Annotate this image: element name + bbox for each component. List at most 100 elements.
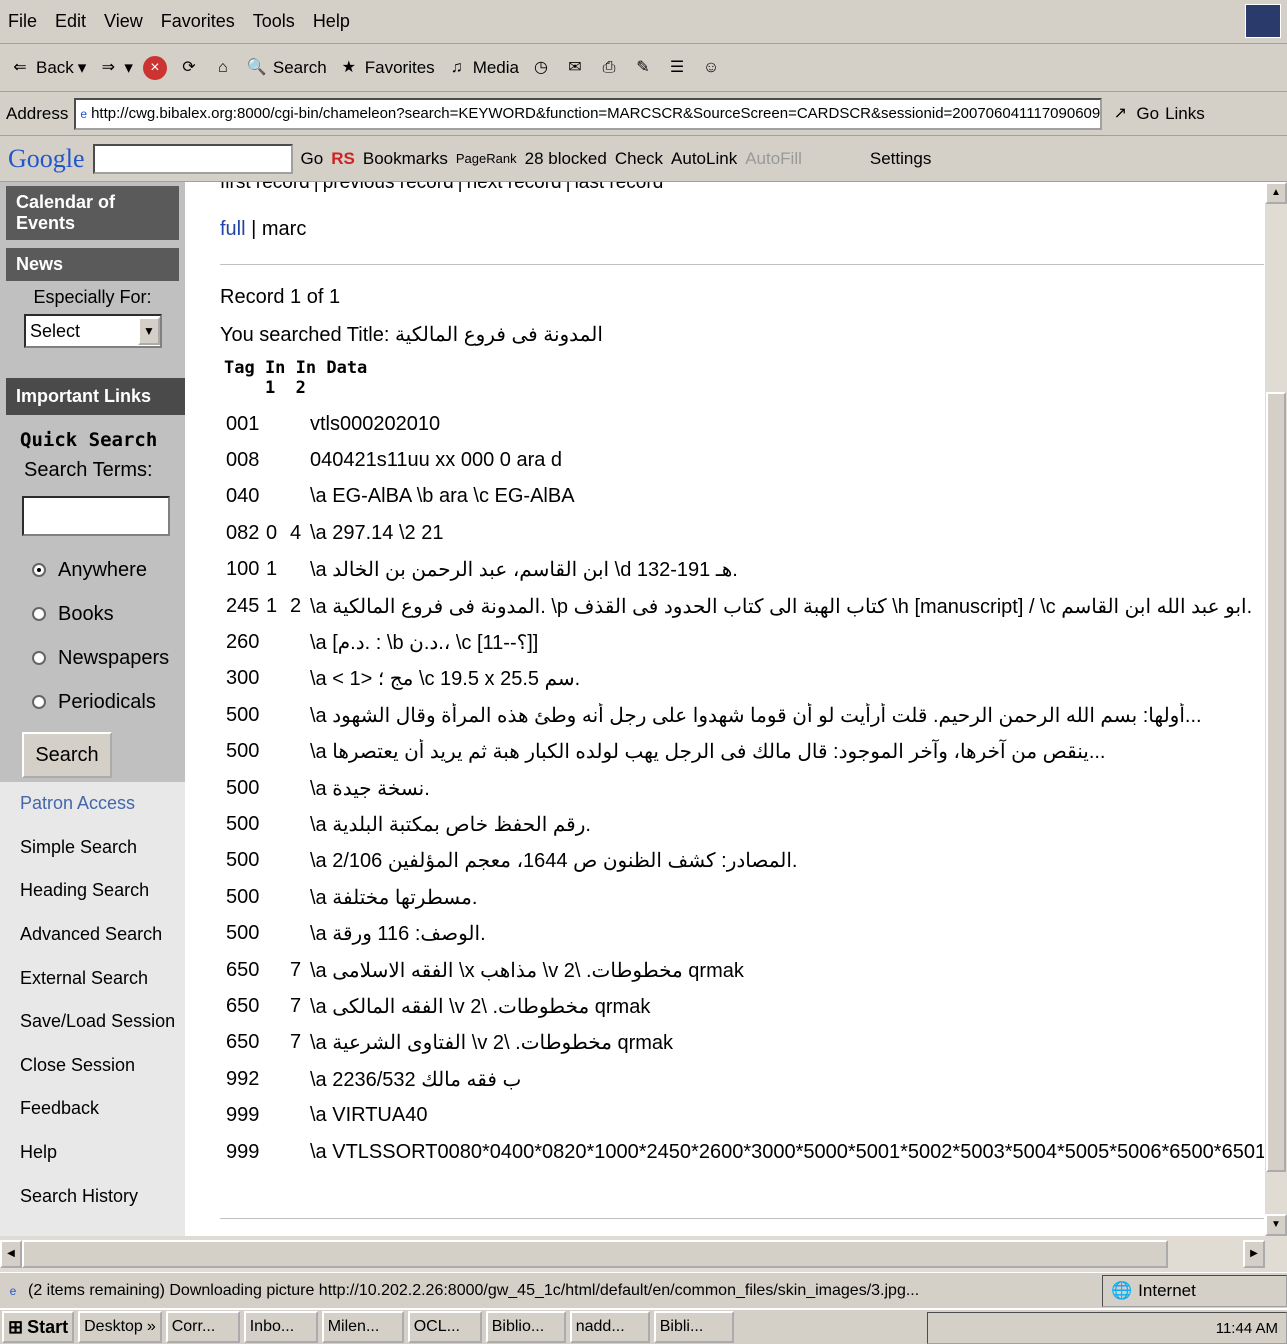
address-input[interactable]: e http://cwg.bibalex.org:8000/cgi-bin/ch…: [74, 97, 1103, 130]
external-search-link[interactable]: External Search: [0, 956, 185, 1000]
marc-data: \a VTLSSORT0080*0400*0820*1000*2450*2600…: [310, 1140, 1264, 1163]
marc-data: \a < 1> مج ؛ \c 19.5 x 25.5 سم.: [310, 668, 581, 691]
horizontal-scroll-thumb[interactable]: [22, 1240, 1168, 1268]
marc-tag: 500: [226, 812, 260, 835]
full-view-link[interactable]: full: [220, 218, 246, 240]
media-icon: ♫: [450, 58, 463, 76]
taskbar-button[interactable]: OCL...: [407, 1311, 482, 1343]
radio-anywhere[interactable]: Anywhere: [0, 548, 185, 592]
google-bookmarks-button[interactable]: Bookmarks: [363, 149, 448, 169]
radio-books[interactable]: Books: [0, 592, 185, 636]
help-link[interactable]: Help: [0, 1131, 185, 1175]
taskbar-button[interactable]: Biblio...: [485, 1311, 566, 1343]
first-record-link[interactable]: first record: [220, 182, 310, 193]
desktop-toolbar[interactable]: Desktop »: [78, 1311, 162, 1343]
taskbar-button[interactable]: Milen...: [321, 1311, 404, 1343]
taskbar-button[interactable]: Corr...: [165, 1311, 240, 1343]
search-icon: 🔍: [246, 58, 267, 76]
go-button[interactable]: ↗ Go: [1108, 102, 1159, 126]
stop-icon[interactable]: ×: [142, 55, 167, 80]
google-toolbar: Google Go RS Bookmarks PageRank 28 block…: [0, 136, 1287, 182]
marc-indicator-2: 2: [290, 594, 302, 617]
marc-tag: 500: [226, 776, 260, 799]
back-button[interactable]: ⇐ Back ▾: [8, 56, 86, 80]
mail-icon[interactable]: ✉: [563, 56, 587, 80]
vertical-scrollbar[interactable]: ▲ ▼: [1265, 182, 1287, 1236]
scroll-right-icon[interactable]: ▶: [1243, 1240, 1265, 1268]
search-terms-label: Search Terms:: [24, 459, 153, 481]
menu-tools[interactable]: Tools: [253, 11, 295, 32]
menu-favorites[interactable]: Favorites: [161, 11, 235, 32]
edit-icon[interactable]: ✎: [631, 56, 655, 80]
marc-tag: 999: [226, 1140, 260, 1163]
record-content: first record | previous record | next record…: [220, 182, 1264, 1236]
autofill-button[interactable]: AutoFill: [745, 149, 802, 169]
menu-edit[interactable]: Edit: [55, 11, 86, 32]
google-go-button[interactable]: Go: [301, 149, 324, 169]
google-rs-button[interactable]: RS: [331, 149, 355, 169]
marc-row: 500 \a مسطرتها مختلفة.: [220, 879, 1264, 915]
simple-search-link[interactable]: Simple Search: [0, 826, 185, 870]
close-session-link[interactable]: Close Session: [0, 1044, 185, 1088]
feedback-link[interactable]: Feedback: [0, 1087, 185, 1131]
radio-newspapers[interactable]: Newspapers: [0, 636, 185, 680]
menu-view[interactable]: View: [104, 11, 143, 32]
taskbar-button-label: OCL...: [413, 1318, 460, 1335]
start-button[interactable]: ⊞ Start: [2, 1311, 75, 1343]
marc-data: \a المدونة فى فروع المالكية. \p كتاب اله…: [310, 595, 1253, 618]
search-terms-input[interactable]: [22, 496, 170, 536]
marc-data: \a الفقه المالكى \v مخطوطات. \2 qrmak: [310, 995, 651, 1018]
search-button[interactable]: 🔍 Search: [245, 56, 327, 80]
menu-file[interactable]: File: [8, 11, 37, 32]
messenger-icon[interactable]: ☺: [699, 56, 723, 80]
save-load-session-link[interactable]: Save/Load Session: [0, 1000, 185, 1044]
links-button[interactable]: Links: [1165, 104, 1205, 124]
settings-button[interactable]: Settings: [870, 149, 931, 169]
popup-blocked-button[interactable]: 28 blocked: [525, 149, 607, 169]
patron-access-link[interactable]: Patron Access: [0, 782, 185, 826]
taskbar-button[interactable]: Bibli...: [653, 1311, 734, 1343]
taskbar-button[interactable]: nadd...: [569, 1311, 650, 1343]
print-icon[interactable]: ⎙: [597, 56, 621, 80]
media-button[interactable]: ♫ Media: [445, 56, 519, 80]
forward-button[interactable]: ⇒ ▾: [96, 56, 133, 80]
scroll-thumb[interactable]: [1266, 392, 1286, 1172]
previous-record-link[interactable]: previous record: [323, 182, 454, 193]
google-logo[interactable]: Google: [8, 144, 85, 174]
marc-data: \a 297.14 \2 21: [310, 521, 444, 544]
history-icon[interactable]: ◷: [529, 56, 553, 80]
autolink-button[interactable]: AutoLink: [671, 149, 737, 169]
google-pagerank[interactable]: PageRank: [456, 151, 517, 166]
important-links-link[interactable]: Important Links: [6, 378, 185, 415]
quick-search-button[interactable]: Search: [22, 732, 112, 778]
especially-for-select[interactable]: Select ▼: [24, 314, 162, 348]
google-search-input[interactable]: [92, 143, 293, 174]
last-record-link[interactable]: last record: [575, 182, 664, 193]
favorites-button[interactable]: ★ Favorites: [337, 56, 435, 80]
search-history-link[interactable]: Search History: [0, 1174, 185, 1218]
refresh-icon[interactable]: ⟳: [177, 56, 201, 80]
taskbar-button-label: Biblio...: [491, 1318, 545, 1335]
radio-periodicals[interactable]: Periodicals: [0, 680, 185, 724]
address-label: Address: [6, 103, 69, 123]
next-record-link[interactable]: next record: [467, 182, 562, 193]
menu-help[interactable]: Help: [313, 11, 350, 32]
discuss-icon[interactable]: ☰: [665, 56, 689, 80]
scroll-up-icon[interactable]: ▲: [1265, 182, 1287, 204]
advanced-search-link[interactable]: Advanced Search: [0, 913, 185, 957]
taskbar-button[interactable]: Inbo...: [243, 1311, 318, 1343]
scroll-left-icon[interactable]: ◀: [0, 1240, 22, 1268]
calendar-of-events-link[interactable]: Calendar of Events: [6, 186, 179, 240]
marc-indicator-1: 1: [266, 594, 278, 617]
radio-icon: [32, 651, 46, 665]
scroll-down-icon[interactable]: ▼: [1265, 1214, 1287, 1236]
marc-view-link[interactable]: marc: [262, 218, 306, 240]
home-icon[interactable]: ⌂: [211, 56, 235, 80]
spell-check-button[interactable]: Check: [615, 149, 663, 169]
marc-tag: 650: [226, 958, 260, 981]
marc-row: 082 0 4 \a 297.14 \2 21: [220, 515, 1264, 551]
horizontal-scrollbar[interactable]: ◀ ▶: [0, 1236, 1287, 1272]
heading-search-link[interactable]: Heading Search: [0, 869, 185, 913]
marc-indicator-1: 1: [266, 558, 278, 581]
news-link[interactable]: News: [6, 248, 179, 281]
